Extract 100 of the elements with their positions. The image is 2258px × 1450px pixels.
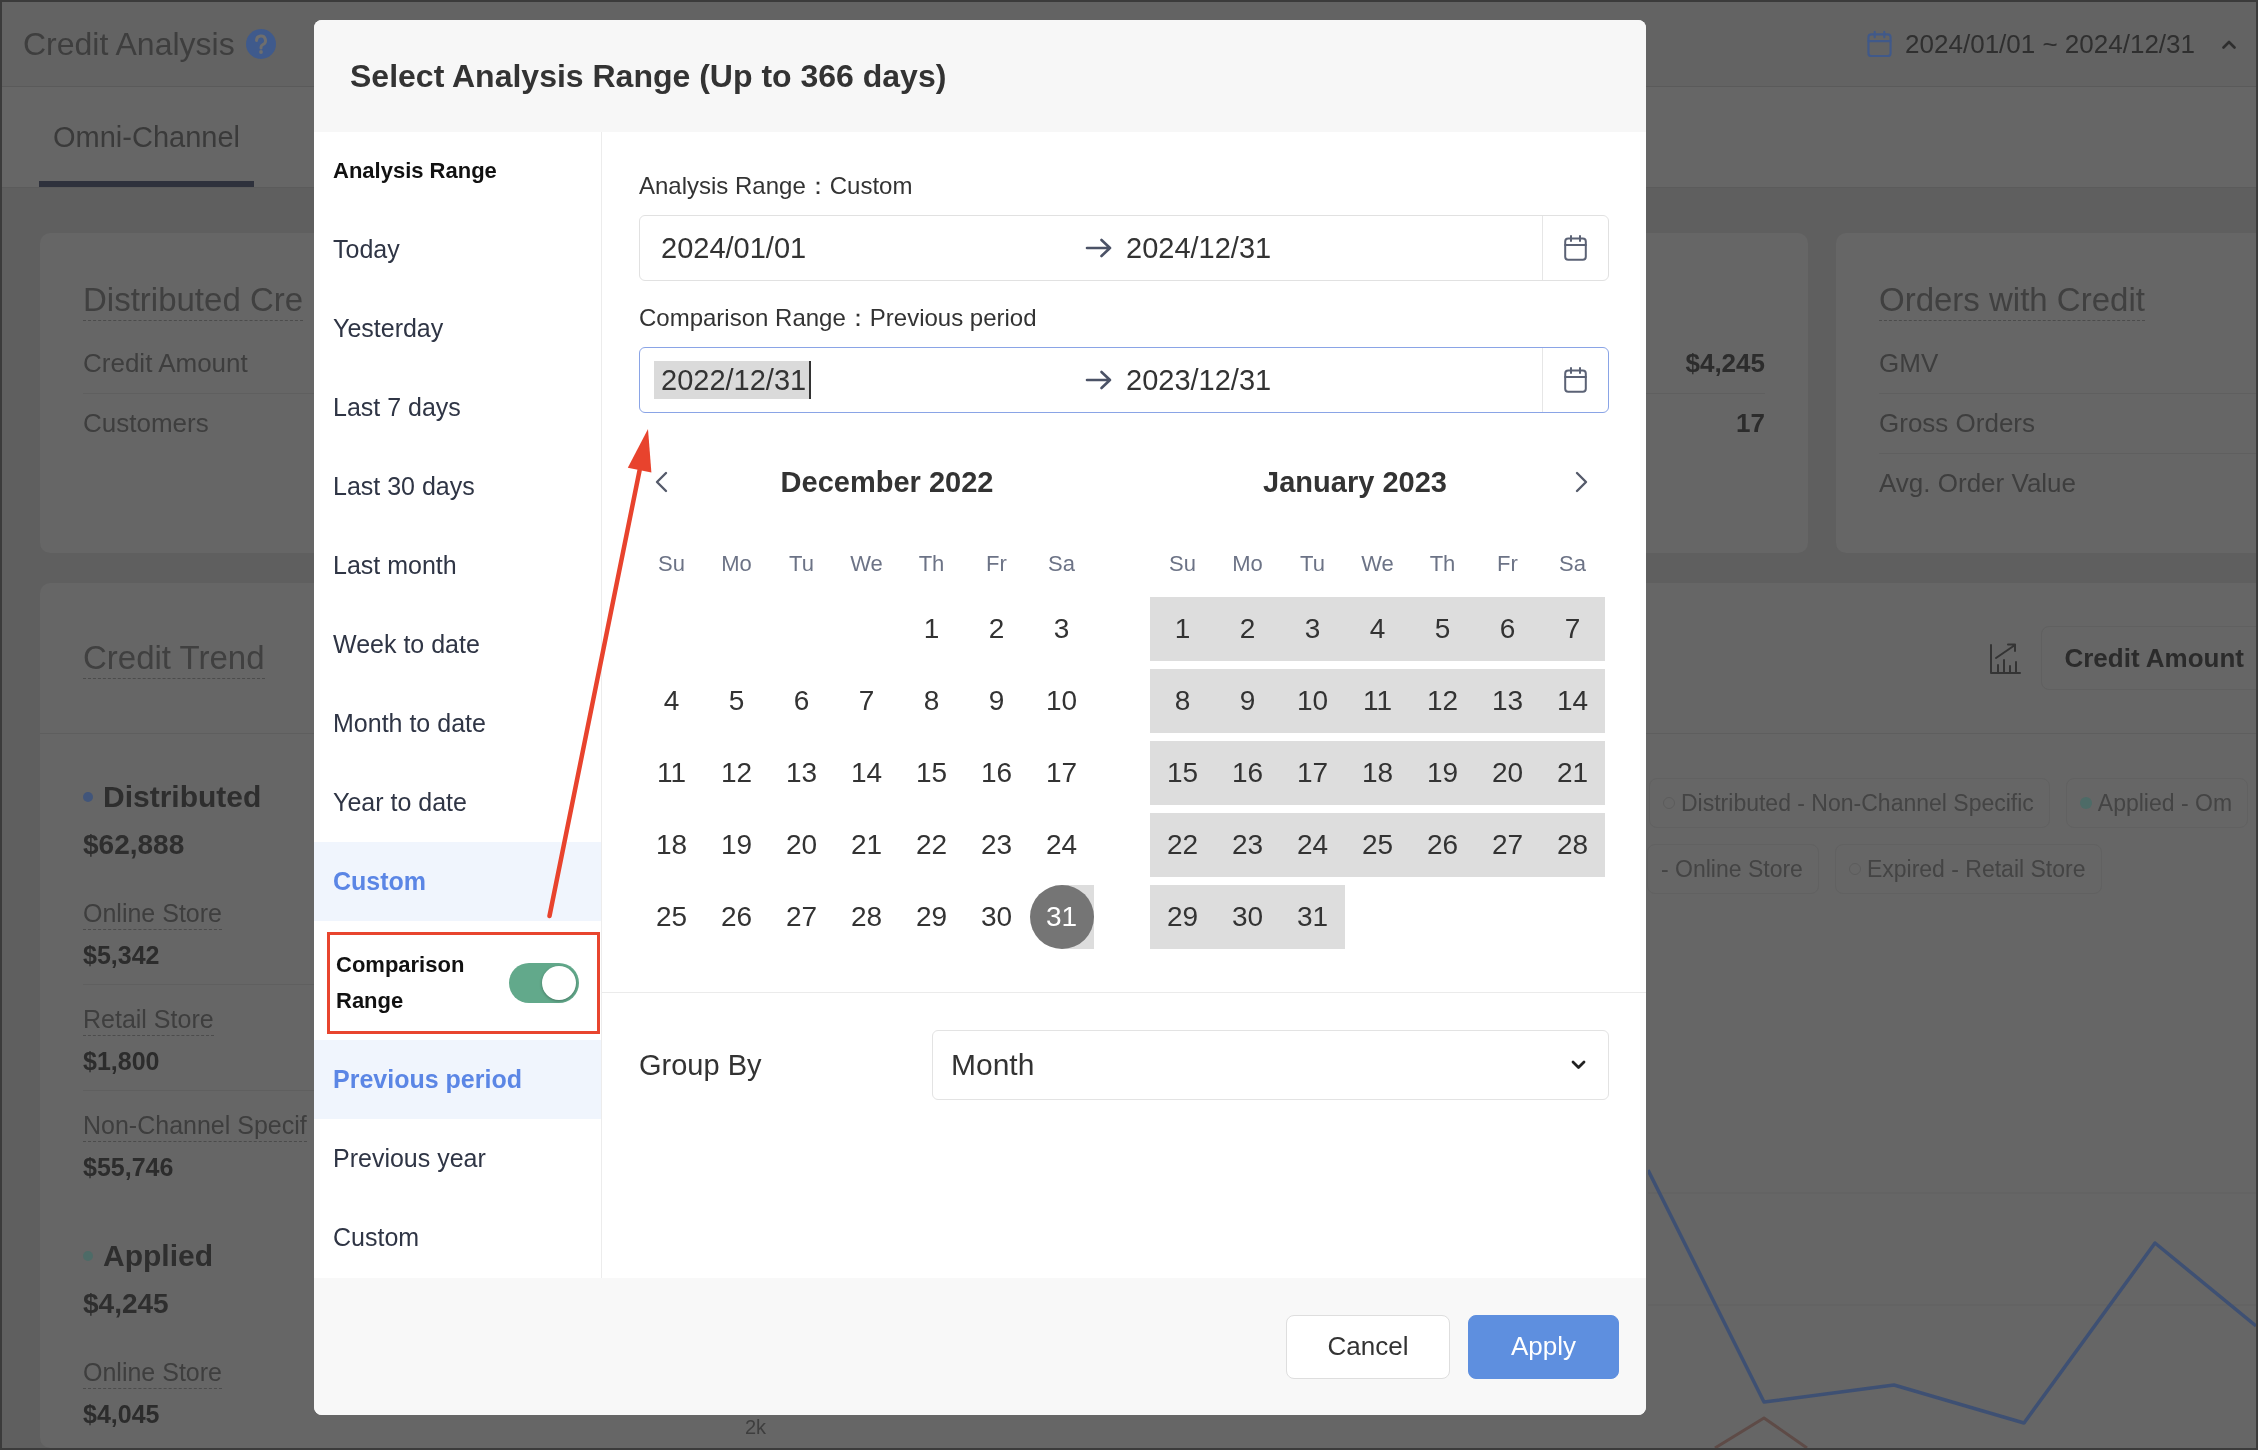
range-option[interactable]: Month to date (314, 684, 601, 763)
calendar-day[interactable]: 10 (1029, 669, 1094, 733)
calendar-day[interactable]: 21 (834, 813, 899, 877)
weekday-label: Sa (1559, 551, 1586, 577)
weekday-label: We (850, 551, 883, 577)
weekday-label: Sa (1048, 551, 1075, 577)
calendar-day[interactable]: 31 (1029, 885, 1094, 949)
calendar-day[interactable]: 11 (639, 741, 704, 805)
calendar-icon[interactable] (1564, 235, 1587, 261)
calendar-day[interactable]: 1 (1150, 597, 1215, 661)
calendar-day[interactable]: 9 (1215, 669, 1280, 733)
calendar-day[interactable]: 15 (1150, 741, 1215, 805)
calendar-day[interactable]: 14 (1540, 669, 1605, 733)
calendar-day[interactable]: 20 (769, 813, 834, 877)
toggle-switch[interactable] (509, 963, 579, 1003)
month-title: January 2023 (1263, 465, 1447, 499)
calendar-day[interactable]: 25 (1345, 813, 1410, 877)
field-label: Group By (639, 1048, 762, 1082)
range-option[interactable]: Yesterday (314, 289, 601, 368)
calendar-day[interactable]: 30 (1215, 885, 1280, 949)
calendar-day[interactable]: 23 (1215, 813, 1280, 877)
calendar-day[interactable]: 24 (1280, 813, 1345, 877)
calendar-day[interactable]: 18 (639, 813, 704, 877)
calendar-day[interactable]: 31 (1280, 885, 1345, 949)
range-option[interactable]: Last 7 days (314, 368, 601, 447)
calendar-day[interactable]: 14 (834, 741, 899, 805)
calendar-day[interactable]: 9 (964, 669, 1029, 733)
series-name: Applied (103, 1239, 213, 1273)
calendar-day[interactable]: 19 (704, 813, 769, 877)
chevron-right-icon[interactable] (1575, 471, 1588, 493)
calendar-day[interactable]: 4 (1345, 597, 1410, 661)
weekday-label: Th (918, 551, 945, 577)
calendar-day[interactable]: 28 (834, 885, 899, 949)
range-option[interactable]: Last month (314, 526, 601, 605)
metric-value: 17 (1736, 408, 1765, 439)
weekday-label: Fr (1497, 551, 1518, 577)
calendar-day[interactable]: 27 (1475, 813, 1540, 877)
calendar-day[interactable]: 29 (899, 885, 964, 949)
date-range-field[interactable]: 2022/12/31 2023/12/31 (639, 347, 1609, 413)
calendar-day[interactable]: 6 (769, 669, 834, 733)
comparison-option[interactable]: Custom (314, 1198, 601, 1277)
calendar-day[interactable]: 18 (1345, 741, 1410, 805)
calendar-icon (1867, 30, 1893, 58)
calendar-day[interactable]: 17 (1280, 741, 1345, 805)
calendar-day[interactable]: 16 (964, 741, 1029, 805)
calendar-day[interactable]: 3 (1029, 597, 1094, 661)
calendar-day[interactable]: 15 (899, 741, 964, 805)
calendar-day[interactable]: 22 (899, 813, 964, 877)
calendar-day[interactable]: 2 (964, 597, 1029, 661)
calendar-day[interactable]: 4 (639, 669, 704, 733)
calendar-day[interactable]: 21 (1540, 741, 1605, 805)
range-option[interactable]: Last 30 days (314, 447, 601, 526)
range-option[interactable]: Today (314, 210, 601, 289)
group-by-select[interactable]: Month (932, 1030, 1609, 1100)
month-title: December 2022 (780, 465, 994, 499)
calendar-day[interactable]: 13 (769, 741, 834, 805)
weekday-label: Su (1169, 551, 1196, 577)
range-option[interactable]: Week to date (314, 605, 601, 684)
calendar-day[interactable]: 17 (1029, 741, 1094, 805)
caret-up-icon (2222, 39, 2236, 49)
calendar-day[interactable]: 2 (1215, 597, 1280, 661)
calendar-day[interactable]: 10 (1280, 669, 1345, 733)
calendar-day[interactable]: 22 (1150, 813, 1215, 877)
calendar-day[interactable]: 29 (1150, 885, 1215, 949)
calendar-day[interactable]: 7 (1540, 597, 1605, 661)
series-total: $62,888 (83, 828, 185, 862)
calendar-day[interactable]: 8 (1150, 669, 1215, 733)
calendar-day[interactable]: 5 (704, 669, 769, 733)
calendar-day[interactable]: 20 (1475, 741, 1540, 805)
dialog-button[interactable]: Cancel (1286, 1314, 1450, 1379)
calendar-day[interactable]: 23 (964, 813, 1029, 877)
calendar-day[interactable]: 1 (899, 597, 964, 661)
comparison-option[interactable]: Previous year (314, 1119, 601, 1198)
chevron-left-icon[interactable] (655, 471, 668, 493)
calendar-day[interactable]: 28 (1540, 813, 1605, 877)
date-range-field[interactable]: 2024/01/01 2024/12/31 (639, 215, 1609, 281)
calendar-day[interactable]: 19 (1410, 741, 1475, 805)
calendar-day[interactable]: 13 (1475, 669, 1540, 733)
calendar-day[interactable]: 12 (704, 741, 769, 805)
comparison-label: Comparison Range (336, 951, 466, 1015)
calendar-day[interactable]: 7 (834, 669, 899, 733)
calendar-day[interactable]: 12 (1410, 669, 1475, 733)
calendar-day[interactable]: 26 (1410, 813, 1475, 877)
weekday-label: Tu (1300, 551, 1325, 577)
calendar-day[interactable]: 6 (1475, 597, 1540, 661)
calendar-day[interactable]: 8 (899, 669, 964, 733)
calendar-icon[interactable] (1564, 367, 1587, 393)
sidebar-heading: Analysis Range (332, 157, 498, 185)
calendar-day[interactable]: 26 (704, 885, 769, 949)
calendar-day[interactable]: 24 (1029, 813, 1094, 877)
weekday-label: Fr (986, 551, 1007, 577)
calendar-day[interactable]: 16 (1215, 741, 1280, 805)
calendar-day[interactable]: 30 (964, 885, 1029, 949)
range-option[interactable]: Year to date (314, 763, 601, 842)
calendar-day[interactable]: 11 (1345, 669, 1410, 733)
calendar-day[interactable]: 5 (1410, 597, 1475, 661)
calendar-day[interactable]: 25 (639, 885, 704, 949)
calendar-day[interactable]: 3 (1280, 597, 1345, 661)
series-name: Distributed (103, 780, 262, 814)
calendar-day[interactable]: 27 (769, 885, 834, 949)
